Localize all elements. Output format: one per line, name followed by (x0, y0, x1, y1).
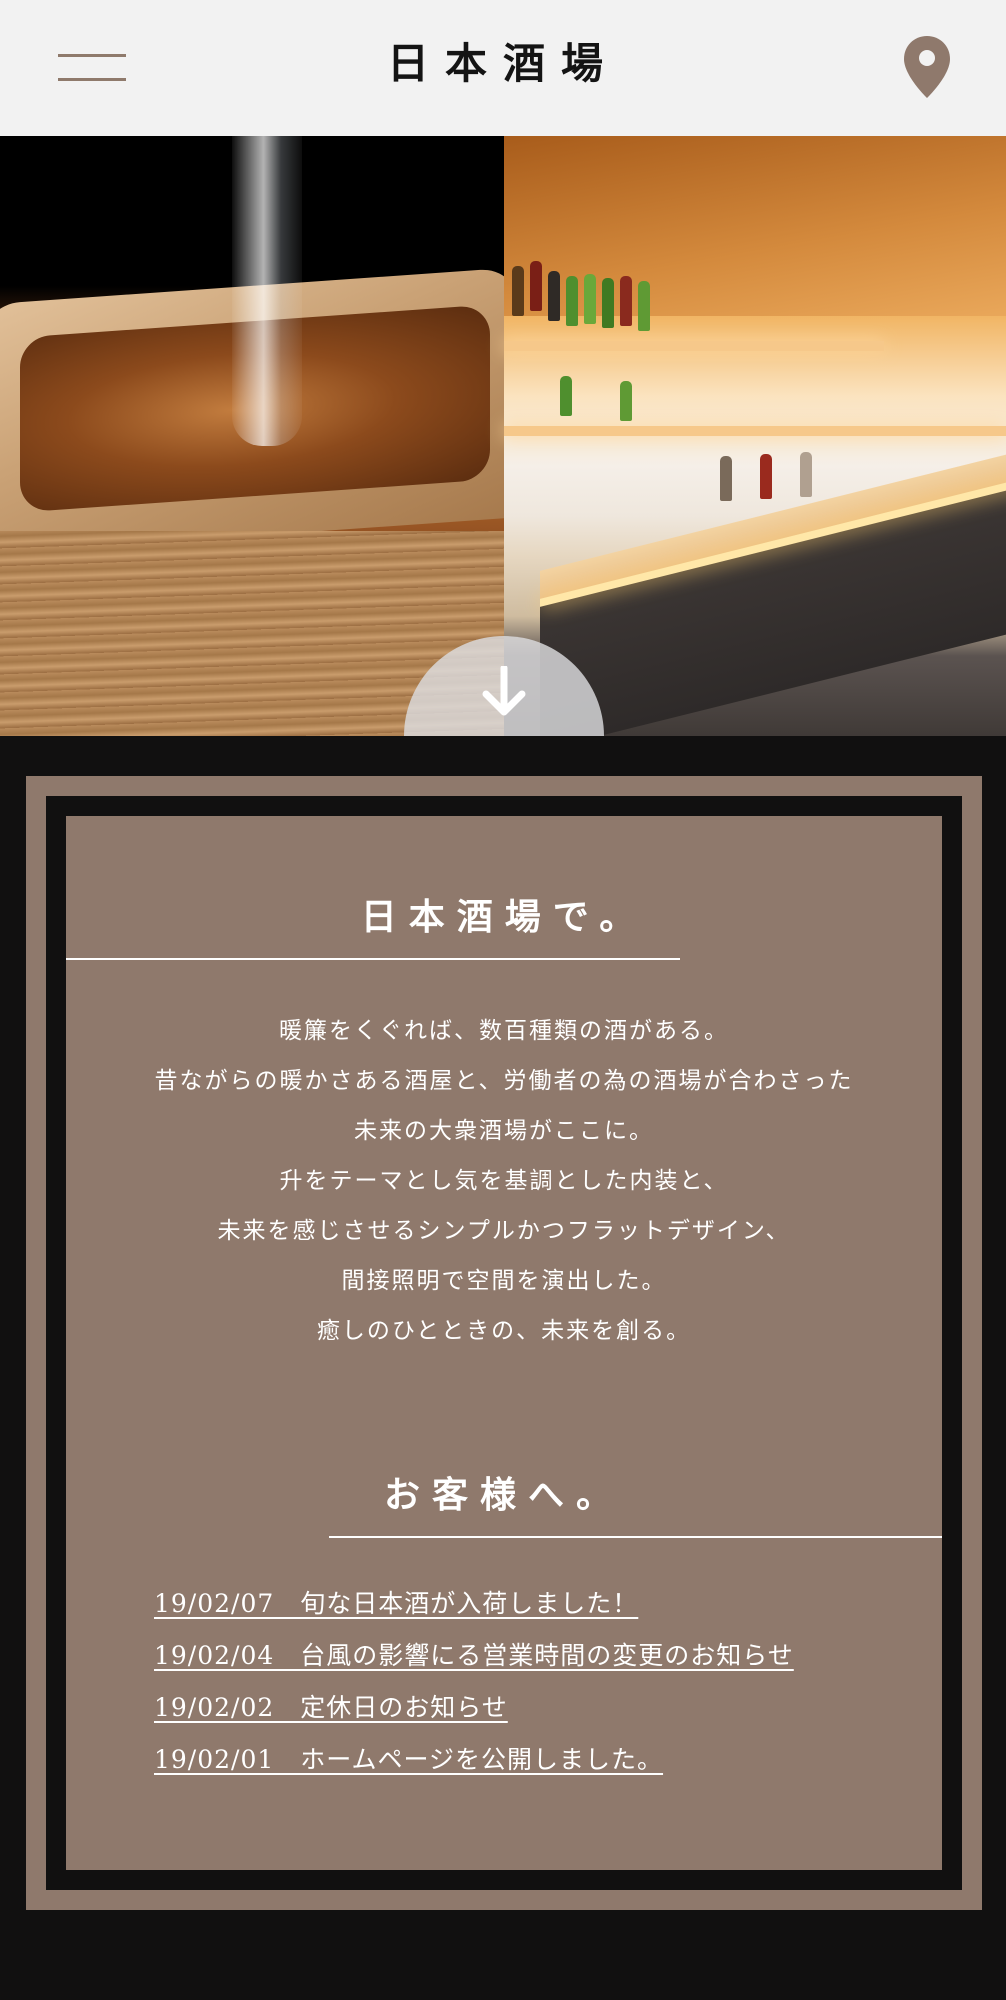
bottle (548, 271, 560, 321)
about-line: 暖簾をくぐれば、数百種類の酒がある。 (279, 1018, 729, 1044)
news-item: 19/02/02 定休日のお知らせ (154, 1688, 794, 1740)
about-line: 升をテーマとし気を基調とした内装と、 (279, 1168, 729, 1194)
content-panel: 日本酒場で。 暖簾をくぐれば、数百種類の酒がある。 昔ながらの暖かさある酒屋と、… (66, 816, 942, 1870)
about-divider (66, 958, 680, 960)
map-pin-icon (904, 36, 950, 98)
about-line: 未来を感じさせるシンプルかつフラットデザイン、 (217, 1218, 791, 1244)
bottle (620, 276, 632, 326)
bar-shelf (504, 341, 884, 351)
bottle (638, 281, 650, 331)
bottle (530, 261, 542, 311)
bar-shelf (504, 426, 1006, 436)
sake-pour (232, 136, 302, 446)
bottle (800, 452, 812, 497)
bottle (760, 454, 772, 499)
bar-ceiling (504, 136, 1006, 316)
location-button[interactable] (904, 36, 950, 98)
bottle (720, 456, 732, 501)
bottle (512, 266, 524, 316)
about-line: 癒しのひとときの、未来を創る。 (316, 1318, 692, 1344)
content-frame-inner: 日本酒場で。 暖簾をくぐれば、数百種類の酒がある。 昔ながらの暖かさある酒屋と、… (46, 796, 962, 1890)
about-line: 未来の大衆酒場がここに。 (354, 1118, 654, 1144)
bottle (584, 274, 596, 324)
bottle (560, 376, 572, 416)
news-link[interactable]: 19/02/02 定休日のお知らせ (154, 1693, 508, 1722)
about-title: 日本酒場で。 (360, 896, 648, 938)
arrow-down-icon (482, 666, 526, 716)
news-item: 19/02/07 旬な日本酒が入荷しました！ (154, 1584, 794, 1636)
about-line: 昔ながらの暖かさある酒屋と、労働者の為の酒場が合わさった (154, 1068, 854, 1094)
news-title: お客様へ。 (383, 1474, 624, 1516)
bottle (566, 276, 578, 326)
about-text: 暖簾をくぐれば、数百種類の酒がある。 昔ながらの暖かさある酒屋と、労働者の為の酒… (66, 1006, 942, 1356)
site-header: 日本酒場 (0, 0, 1006, 136)
news-item: 19/02/01 ホームページを公開しました。 (154, 1740, 794, 1792)
news-link[interactable]: 19/02/01 ホームページを公開しました。 (154, 1745, 663, 1774)
news-link[interactable]: 19/02/04 台風の影響にる営業時間の変更のお知らせ (154, 1641, 794, 1670)
about-line: 間接照明で空間を演出した。 (341, 1268, 667, 1294)
content-frame: 日本酒場で。 暖簾をくぐれば、数百種類の酒がある。 昔ながらの暖かさある酒屋と、… (26, 776, 982, 1910)
news-divider (329, 1536, 942, 1538)
site-title[interactable]: 日本酒場 (0, 30, 1006, 91)
hero-images (0, 136, 1006, 736)
news-item: 19/02/04 台風の影響にる営業時間の変更のお知らせ (154, 1636, 794, 1688)
news-link[interactable]: 19/02/07 旬な日本酒が入荷しました！ (154, 1589, 638, 1618)
bottle (620, 381, 632, 421)
news-list: 19/02/07 旬な日本酒が入荷しました！ 19/02/04 台風の影響にる営… (154, 1584, 794, 1792)
bottle (602, 278, 614, 328)
